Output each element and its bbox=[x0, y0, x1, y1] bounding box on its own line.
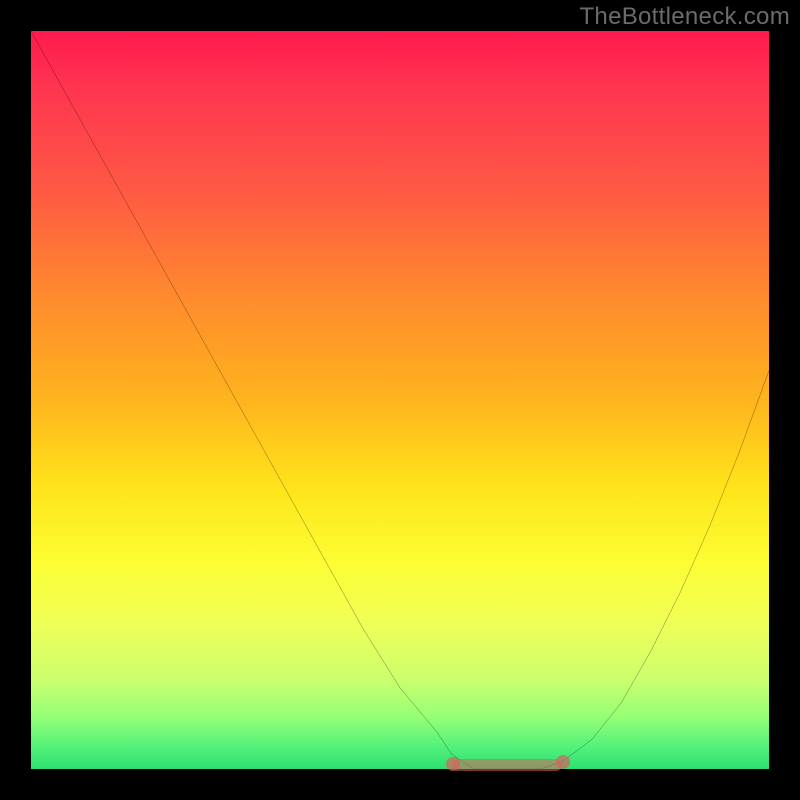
optimum-range-dot-left bbox=[446, 757, 460, 771]
chart-frame: TheBottleneck.com bbox=[0, 0, 800, 800]
optimum-range-dot-right bbox=[556, 755, 570, 769]
bottleneck-curve bbox=[31, 31, 769, 769]
chart-plot-area bbox=[31, 31, 769, 769]
watermark-label: TheBottleneck.com bbox=[579, 3, 790, 31]
optimum-range-bar bbox=[452, 759, 563, 771]
curve-path bbox=[31, 31, 769, 769]
